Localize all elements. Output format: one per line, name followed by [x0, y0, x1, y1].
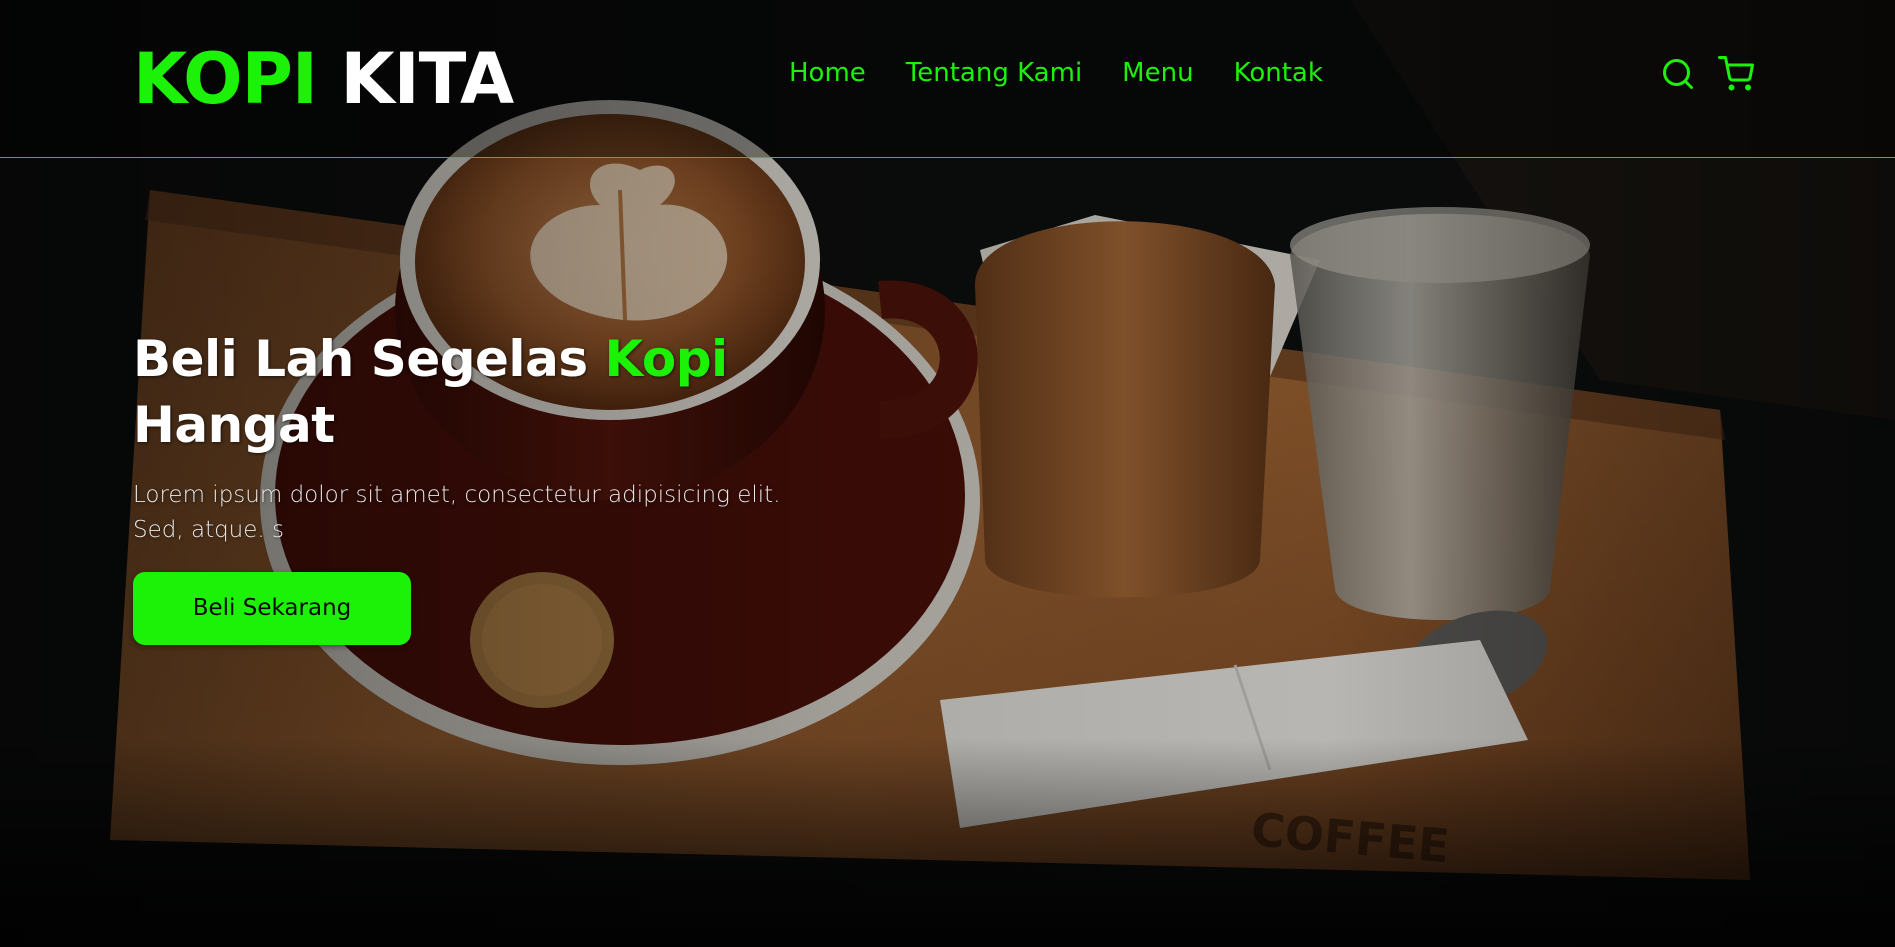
nav-icons: [1660, 56, 1754, 92]
buy-now-button[interactable]: Beli Sekarang: [133, 572, 411, 645]
nav-link-kontak[interactable]: Kontak: [1234, 56, 1323, 90]
page: COFFEE: [0, 0, 1895, 947]
hero-title-prefix: Beli Lah Segelas: [133, 330, 588, 388]
logo-accent-text: KOPI: [133, 38, 318, 120]
shopping-cart-icon[interactable]: [1718, 56, 1754, 92]
hero-title: Beli Lah Segelas Kopi Hangat: [133, 326, 853, 458]
hero-content: Beli Lah Segelas Kopi Hangat Lorem ipsum…: [133, 326, 853, 645]
search-icon[interactable]: [1660, 56, 1696, 92]
logo-plain-text: KITA: [340, 38, 514, 120]
logo[interactable]: KOPI KITA: [133, 34, 514, 124]
nav-link-tentang-kami[interactable]: Tentang Kami: [906, 56, 1082, 90]
nav-links: Home Tentang Kami Menu Kontak: [789, 56, 1323, 90]
hero-description: Lorem ipsum dolor sit amet, consectetur …: [133, 482, 781, 543]
navbar: KOPI KITA Home Tentang Kami Menu Kontak: [0, 0, 1895, 158]
nav-link-home[interactable]: Home: [789, 56, 866, 90]
hero-title-suffix: Hangat: [133, 396, 335, 454]
hero-title-accent: Kopi: [604, 330, 729, 388]
nav-link-menu[interactable]: Menu: [1122, 56, 1193, 90]
